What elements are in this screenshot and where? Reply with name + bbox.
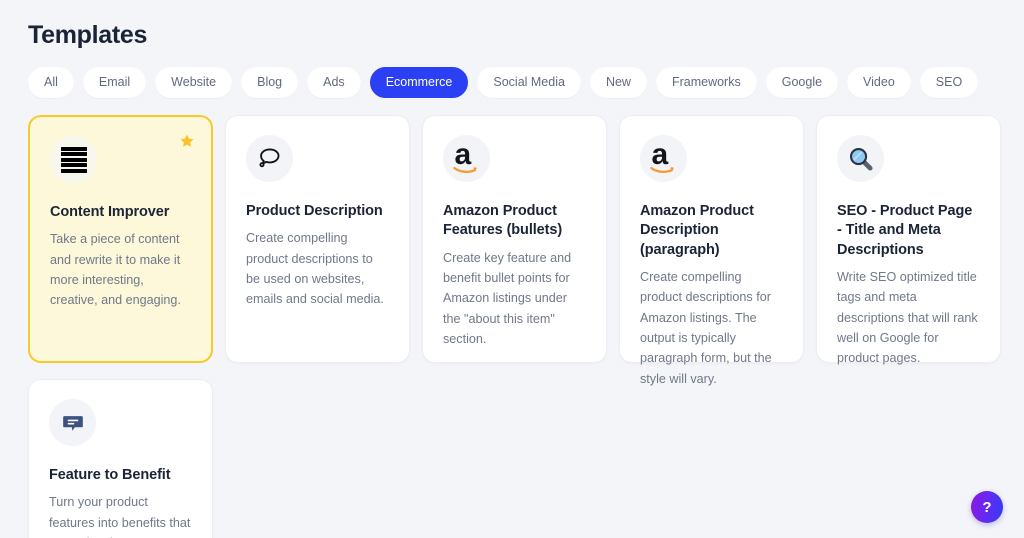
- template-card[interactable]: a Amazon Product Description (paragraph)…: [619, 115, 804, 386]
- card-description: Take a piece of content and rewrite it t…: [50, 232, 181, 308]
- filter-pill-blog[interactable]: Blog: [241, 66, 299, 98]
- card-title: SEO - Product Page - Title and Meta Desc…: [837, 203, 973, 258]
- star-icon: [179, 133, 195, 149]
- card-icon: [50, 136, 97, 183]
- filter-pill-seo[interactable]: SEO: [919, 66, 979, 98]
- template-card[interactable]: Product Description Create compelling pr…: [225, 115, 410, 363]
- filter-pill-email[interactable]: Email: [82, 66, 147, 98]
- card-title: Amazon Product Description (paragraph): [640, 203, 754, 258]
- page-title: Templates: [28, 21, 148, 49]
- card-description: Write SEO optimized title tags and meta …: [837, 269, 978, 366]
- template-card[interactable]: SEO - Product Page - Title and Meta Desc…: [816, 115, 1001, 365]
- amazon-icon: a: [452, 139, 482, 174]
- card-icon: [49, 399, 96, 446]
- filter-pill-new[interactable]: New: [589, 66, 647, 98]
- card-description: Create compelling product descriptions t…: [246, 231, 384, 307]
- filter-pill-video[interactable]: Video: [847, 66, 911, 98]
- filter-pill-google[interactable]: Google: [765, 66, 839, 98]
- filter-pill-all[interactable]: All: [28, 66, 74, 98]
- templates-page: Templates All Email Website Blog Ads Eco…: [0, 0, 1024, 538]
- help-button[interactable]: ?: [971, 491, 1003, 523]
- amazon-icon: a: [649, 139, 679, 174]
- template-card-grid: Content Improver Take a piece of content…: [28, 115, 1001, 538]
- card-description: Create compelling product descriptions f…: [640, 269, 772, 386]
- filter-bar: All Email Website Blog Ads Ecommerce Soc…: [28, 66, 1000, 98]
- filter-pill-frameworks[interactable]: Frameworks: [655, 66, 757, 98]
- filter-pill-website[interactable]: Website: [155, 66, 233, 98]
- card-icon: a: [640, 135, 687, 182]
- template-card[interactable]: Feature to Benefit Turn your product fea…: [28, 379, 213, 538]
- card-title: Content Improver: [50, 204, 170, 220]
- card-icon: [246, 135, 293, 182]
- card-title: Product Description: [246, 203, 383, 219]
- template-card[interactable]: a Amazon Product Features (bullets) Crea…: [422, 115, 607, 363]
- message-icon: [62, 415, 83, 431]
- filter-pill-ecommerce[interactable]: Ecommerce: [369, 66, 469, 98]
- template-card[interactable]: Content Improver Take a piece of content…: [28, 115, 213, 363]
- lines-icon: [60, 146, 87, 173]
- card-description: Create key feature and benefit bullet po…: [443, 250, 572, 347]
- filter-pill-ads[interactable]: Ads: [307, 66, 361, 98]
- card-title: Feature to Benefit: [49, 467, 171, 483]
- filter-pill-social-media[interactable]: Social Media: [477, 66, 581, 98]
- magnifying-glass-icon: [849, 147, 873, 171]
- card-icon: a: [443, 135, 490, 182]
- card-icon: [837, 135, 884, 182]
- speech-bubble-icon: [259, 148, 280, 168]
- card-title: Amazon Product Features (bullets): [443, 203, 563, 239]
- card-description: Turn your product features into benefits…: [49, 495, 191, 538]
